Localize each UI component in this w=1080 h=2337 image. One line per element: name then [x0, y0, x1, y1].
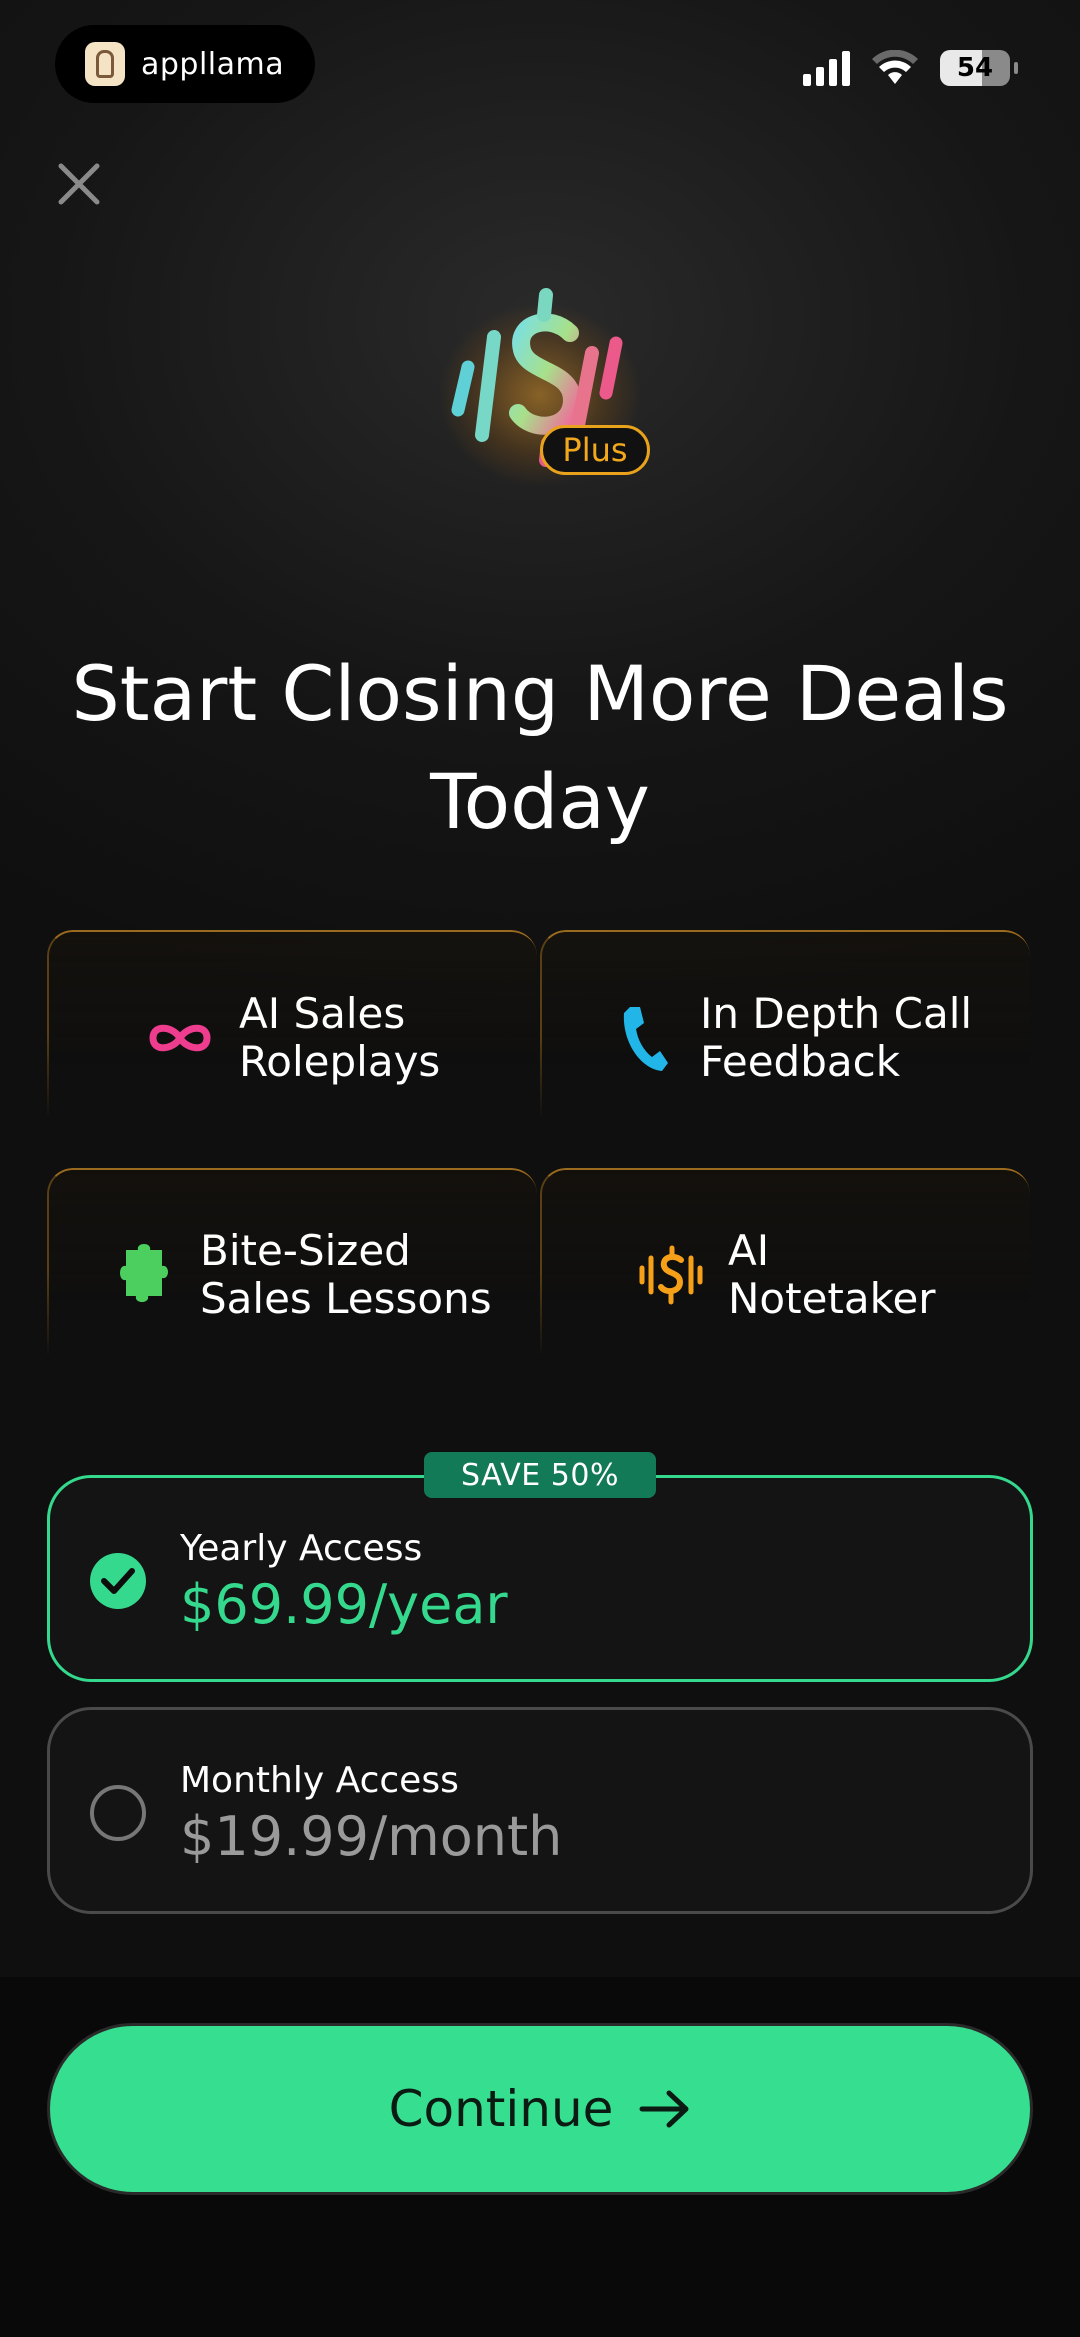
- feature-label: AI Sales Roleplays: [239, 989, 441, 1086]
- plan-price: $69.99/year: [180, 1573, 508, 1636]
- feature-label: AI Notetaker: [728, 1226, 936, 1323]
- feature-label: In Depth Call Feedback: [700, 989, 973, 1086]
- feature-feedback: In Depth Call Feedback: [608, 990, 972, 1086]
- checkmark-icon: [90, 1553, 146, 1609]
- feature-notetaker: AI Notetaker: [636, 1227, 936, 1323]
- llama-logo-icon: [85, 42, 125, 86]
- brand-name: appllama: [141, 46, 285, 82]
- close-button[interactable]: [55, 160, 103, 208]
- battery-level: 54: [956, 53, 994, 83]
- puzzle-icon: [108, 1240, 178, 1310]
- monthly-plan-option[interactable]: Monthly Access $19.99/month: [47, 1707, 1033, 1914]
- battery-icon: 54: [940, 50, 1018, 86]
- save-badge: SAVE 50%: [424, 1452, 656, 1498]
- wifi-icon: [872, 50, 918, 84]
- plan-price: $19.99/month: [180, 1805, 563, 1868]
- dollar-wave-icon: [636, 1240, 706, 1310]
- yearly-plan-option[interactable]: Yearly Access $69.99/year: [47, 1475, 1033, 1682]
- feature-label: Bite-Sized Sales Lessons: [200, 1226, 492, 1323]
- headline: Start Closing More Deals Today: [71, 649, 1009, 846]
- status-icons: 54: [803, 50, 1018, 86]
- plan-name: Monthly Access: [180, 1760, 459, 1801]
- radio-unselected-icon: [90, 1785, 146, 1841]
- brand-pill: appllama: [55, 25, 315, 103]
- feature-roleplays: AI Sales Roleplays: [145, 990, 440, 1086]
- close-icon: [58, 163, 100, 205]
- infinity-icon: [145, 1003, 215, 1073]
- feature-lessons: Bite-Sized Sales Lessons: [108, 1227, 492, 1323]
- continue-label: Continue: [388, 2080, 614, 2138]
- plus-badge: Plus: [540, 425, 650, 475]
- dollar-wave-logo-icon: [451, 288, 623, 467]
- cellular-signal-icon: [803, 50, 850, 86]
- plus-logo: Plus: [420, 275, 660, 515]
- plan-name: Yearly Access: [180, 1528, 423, 1569]
- continue-button[interactable]: Continue: [47, 2023, 1033, 2195]
- arrow-right-icon: [639, 2090, 689, 2128]
- phone-icon: [608, 1003, 678, 1073]
